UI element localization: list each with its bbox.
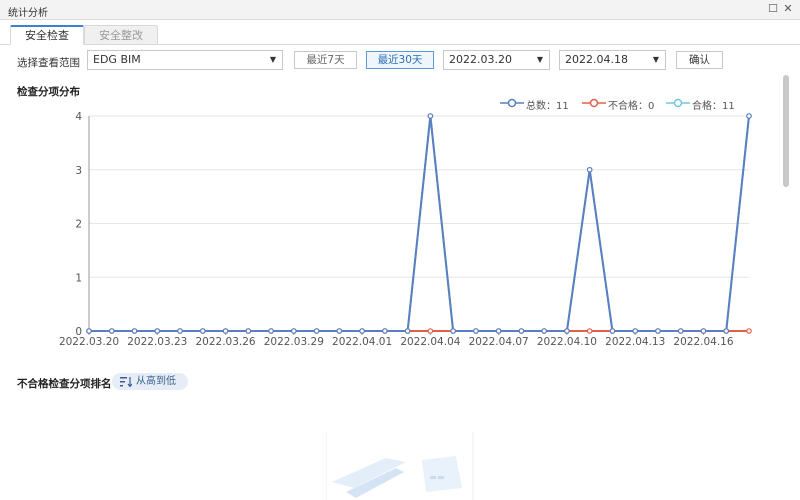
tab-safety-rectification[interactable]: 安全整改 (84, 25, 158, 45)
window-title: 统计分析 (8, 8, 48, 19)
data-point (586, 166, 593, 173)
data-point (382, 328, 388, 334)
y-tick-label: 2 (75, 219, 82, 231)
data-point (746, 328, 752, 334)
data-point (86, 328, 92, 334)
end-date-value: 2022.04.18 (565, 53, 628, 66)
end-date-select[interactable]: 2022.04.18 ▼ (559, 50, 666, 70)
chevron-down-icon: ▼ (536, 55, 543, 64)
scope-select-value: EDG BIM (93, 53, 141, 66)
data-point (723, 328, 730, 334)
start-date-select[interactable]: 2022.03.20 ▼ (443, 50, 550, 70)
y-tick-label: 1 (75, 272, 82, 284)
data-point (427, 328, 434, 334)
data-point (609, 328, 616, 334)
data-point (450, 328, 456, 334)
legend-marker-icon (500, 98, 524, 108)
data-point (154, 328, 161, 334)
section-title-ranking: 不合格检查分项排名 (17, 378, 112, 390)
line-chart: 012342022.03.20 2022.03.23 2022.03.26 2022.… (59, 111, 752, 348)
x-tick-label: 2022.03.23 (127, 336, 187, 348)
data-point (677, 328, 684, 334)
y-tick-label: 4 (75, 111, 82, 123)
scope-select[interactable]: EDG BIM ▼ (87, 50, 283, 70)
data-point (632, 328, 639, 334)
filter-bar: 选择查看范围 EDG BIM ▼ 最近7天 最近30天 2022.03.20 ▼… (0, 50, 800, 72)
data-point (177, 328, 183, 334)
x-tick-label: 2022.03.20 (59, 336, 119, 348)
legend-marker-icon (666, 98, 690, 108)
data-point (495, 328, 502, 334)
sort-order-button[interactable]: 从高到低 (112, 373, 188, 390)
data-point (541, 328, 547, 334)
close-icon[interactable]: ✕ (781, 2, 795, 16)
empty-state-illustration (326, 432, 474, 500)
data-point (473, 328, 479, 334)
x-tick-label: 2022.03.29 (264, 336, 324, 348)
tab-bar: 安全检查 安全整改 (0, 25, 800, 45)
window-titlebar: 统计分析 ☐ ✕ (0, 0, 800, 20)
confirm-button[interactable]: 确认 (676, 51, 723, 69)
data-point (404, 328, 411, 334)
data-point (564, 328, 570, 334)
data-point (700, 328, 707, 334)
x-tick-label: 2022.03.26 (195, 336, 255, 348)
start-date-value: 2022.03.20 (449, 53, 512, 66)
data-point (336, 328, 343, 334)
data-point (108, 328, 115, 334)
legend-marker-icon (582, 98, 606, 108)
scrollbar-thumb[interactable] (783, 75, 789, 187)
sort-descending-icon (120, 377, 132, 387)
data-point (222, 328, 229, 334)
data-point (518, 328, 525, 334)
data-point (427, 113, 434, 119)
maximize-icon[interactable]: ☐ (766, 2, 780, 16)
data-point (746, 113, 752, 119)
sort-order-label: 从高到低 (136, 376, 176, 387)
y-tick-label: 3 (75, 165, 82, 177)
data-point (245, 328, 252, 334)
data-point (313, 328, 320, 334)
data-point (586, 328, 593, 334)
x-tick-label: 2022.04.16 (673, 336, 733, 348)
data-point (359, 328, 365, 334)
tab-safety-inspection[interactable]: 安全检查 (10, 25, 84, 45)
data-point (268, 328, 274, 334)
data-point (291, 328, 297, 334)
x-tick-label: 2022.04.07 (469, 336, 529, 348)
scope-label: 选择查看范围 (17, 57, 80, 69)
data-point (655, 328, 661, 334)
data-point (131, 328, 138, 334)
last-7-days-button[interactable]: 最近7天 (294, 51, 357, 69)
x-tick-label: 2022.04.13 (605, 336, 665, 348)
chevron-down-icon: ▼ (269, 55, 276, 64)
vertical-scrollbar[interactable] (782, 75, 790, 495)
x-tick-label: 2022.04.10 (537, 336, 597, 348)
section-title-distribution: 检查分项分布 (17, 86, 80, 98)
x-tick-label: 2022.04.01 (332, 336, 392, 348)
data-point (199, 328, 206, 334)
x-tick-label: 2022.04.04 (400, 336, 460, 348)
chevron-down-icon: ▼ (652, 55, 659, 64)
last-30-days-button[interactable]: 最近30天 (366, 51, 434, 69)
